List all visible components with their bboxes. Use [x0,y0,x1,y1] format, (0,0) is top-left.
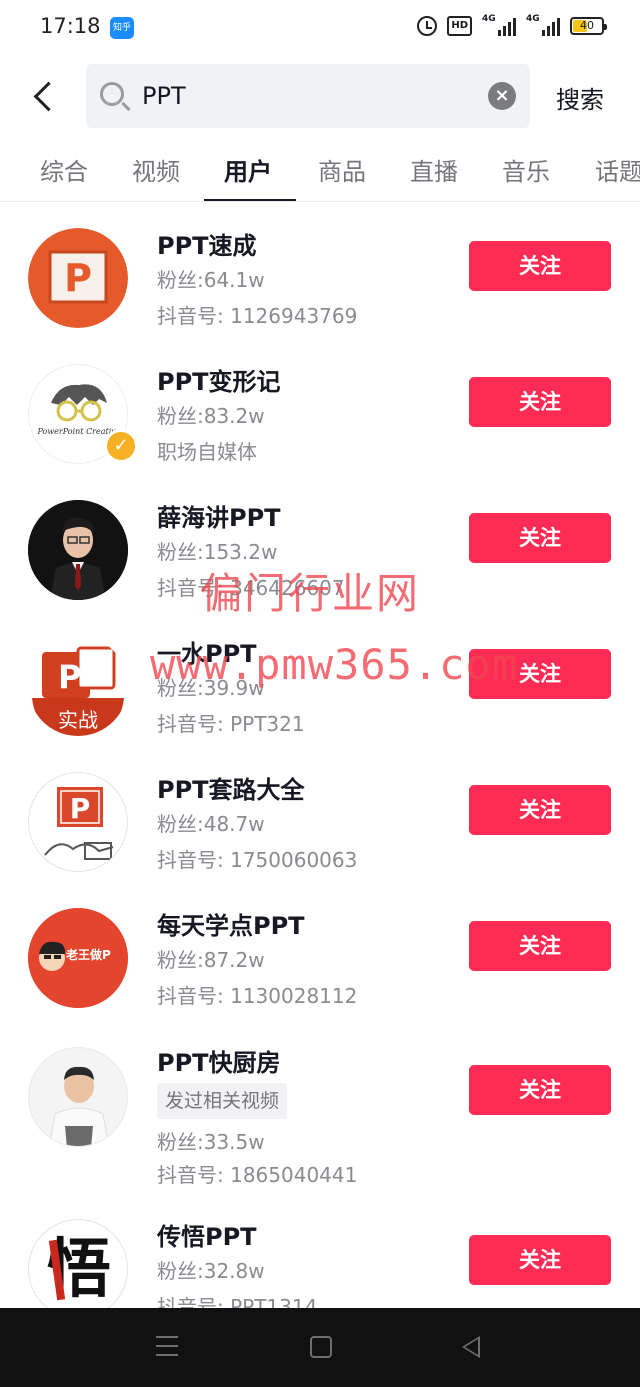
home-icon[interactable] [310,1336,332,1358]
search-header: × 搜索 [0,60,640,132]
user-name: 传悟PPT [157,1223,257,1251]
follow-button[interactable]: 关注 [469,1235,611,1285]
search-box[interactable]: × [86,64,530,128]
related-video-tag: 发过相关视频 [157,1083,288,1119]
avatar[interactable]: 老王做P [28,908,128,1008]
user-name: 每天学点PPT [157,912,305,940]
active-tab-indicator [204,199,296,201]
follow-button[interactable]: 关注 [469,1065,611,1115]
status-bar: 17:18 知乎 HD 4G 4G 40 [0,0,640,56]
tab-topics[interactable]: 话题 [595,152,640,187]
avatar[interactable] [28,1047,128,1147]
clear-icon[interactable]: × [488,82,516,110]
avatar[interactable]: 悟 [28,1219,128,1319]
alarm-icon [417,16,438,36]
follow-button[interactable]: 关注 [469,785,611,835]
account-id: 抖音号: 1865040441 [157,1163,358,1187]
battery-icon: 40 [570,17,607,35]
network-type-label-2: 4G [526,14,540,24]
account-id: 抖音号: 1750060063 [157,848,358,872]
user-name: 薛海讲PPT [157,504,281,532]
tab-users[interactable]: 用户 [224,152,272,187]
tab-products[interactable]: 商品 [318,152,366,187]
user-name: PPT快厨房 [157,1049,281,1077]
network-type-label: 4G [482,14,496,24]
fans-count: 粉丝:32.8w [157,1259,265,1283]
search-button[interactable]: 搜索 [556,80,604,115]
watermark-text: 偏门行业网 [200,569,421,618]
fans-count: 粉丝:64.1w [157,268,265,292]
user-name: PPT套路大全 [157,776,305,804]
fans-count: 粉丝:48.7w [157,812,265,836]
follow-button[interactable]: 关注 [469,513,611,563]
avatar[interactable] [28,500,128,600]
avatar[interactable]: P [28,772,128,872]
account-id: 抖音号: 1126943769 [157,304,358,328]
follow-button[interactable]: 关注 [469,241,611,291]
verified-icon: ✓ [104,429,138,463]
zhihu-notification-icon: 知乎 [110,17,134,39]
account-id: 抖音号: 1130028112 [157,984,358,1008]
avatar[interactable]: P 实战 [28,636,128,736]
signal-icon: 4G [482,14,516,36]
back-button[interactable] [26,76,62,116]
tab-videos[interactable]: 视频 [132,152,180,187]
battery-level: 40 [580,19,594,32]
signal-icon-2: 4G [526,14,560,36]
fans-count: 粉丝:87.2w [157,948,265,972]
fans-count: 粉丝:33.5w [157,1130,265,1154]
fans-count: 粉丝:83.2w [157,404,265,428]
back-icon[interactable] [462,1336,480,1358]
avatar-logo-text: 老王做P [66,948,111,962]
tab-music[interactable]: 音乐 [502,152,550,187]
search-input[interactable] [142,76,462,116]
avatar-badge-text: 实战 [58,708,98,732]
tab-live[interactable]: 直播 [410,152,458,187]
menu-icon[interactable] [156,1336,178,1356]
search-icon [100,82,124,106]
system-nav-bar [0,1308,640,1387]
user-name: PPT速成 [157,232,257,260]
follow-button[interactable]: 关注 [469,377,611,427]
avatar-letter: P [64,256,92,300]
status-time: 17:18 [40,14,101,38]
account-description: 职场自媒体 [157,440,257,464]
status-icons: HD 4G 4G 40 [417,14,607,36]
svg-text:P: P [58,658,81,696]
avatar[interactable]: P [28,228,128,328]
hd-icon: HD [447,16,472,36]
avatar-letter: P [70,792,91,825]
account-id: 抖音号: PPT321 [157,712,305,736]
search-tabs: 综合 视频 用户 商品 直播 音乐 话题 [0,140,640,202]
tab-general[interactable]: 综合 [40,152,88,187]
watermark-url: www.pmw365.com [150,640,519,689]
follow-button[interactable]: 关注 [469,921,611,971]
user-name: PPT变形记 [157,368,281,396]
